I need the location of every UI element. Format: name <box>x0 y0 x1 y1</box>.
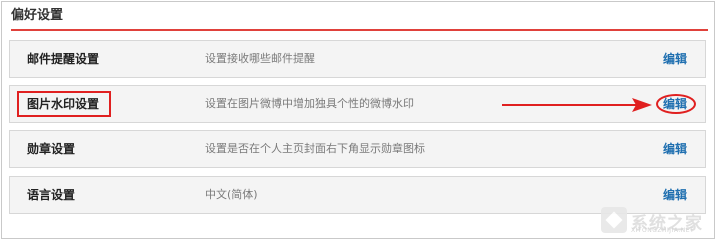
row-label: 勋章设置 <box>27 142 76 156</box>
edit-link-email-reminder[interactable]: 编辑 <box>663 41 687 77</box>
edit-link-image-watermark[interactable]: 编辑 <box>663 86 687 122</box>
edit-link-language[interactable]: 编辑 <box>663 177 687 213</box>
settings-row-language[interactable]: 语言设置 中文(简体) 编辑 <box>9 176 706 214</box>
panel-title: 偏好设置 <box>11 8 64 23</box>
edit-link-medal[interactable]: 编辑 <box>663 131 687 167</box>
row-label: 图片水印设置 <box>27 97 100 111</box>
row-description: 设置是否在个人主页封面右下角显示勋章图标 <box>205 142 425 155</box>
row-description: 设置在图片微博中增加独具个性的微博水印 <box>205 97 414 110</box>
settings-row-image-watermark[interactable]: 图片水印设置 设置在图片微博中增加独具个性的微博水印 编辑 <box>9 85 706 123</box>
settings-row-medal[interactable]: 勋章设置 设置是否在个人主页封面右下角显示勋章图标 编辑 <box>9 130 706 168</box>
row-description: 中文(简体) <box>205 188 258 201</box>
settings-row-email-reminder[interactable]: 邮件提醒设置 设置接收哪些邮件提醒 编辑 <box>9 40 706 78</box>
row-description: 设置接收哪些邮件提醒 <box>205 52 315 65</box>
title-divider <box>11 29 708 31</box>
row-label: 邮件提醒设置 <box>27 52 100 66</box>
row-label: 语言设置 <box>27 188 76 202</box>
